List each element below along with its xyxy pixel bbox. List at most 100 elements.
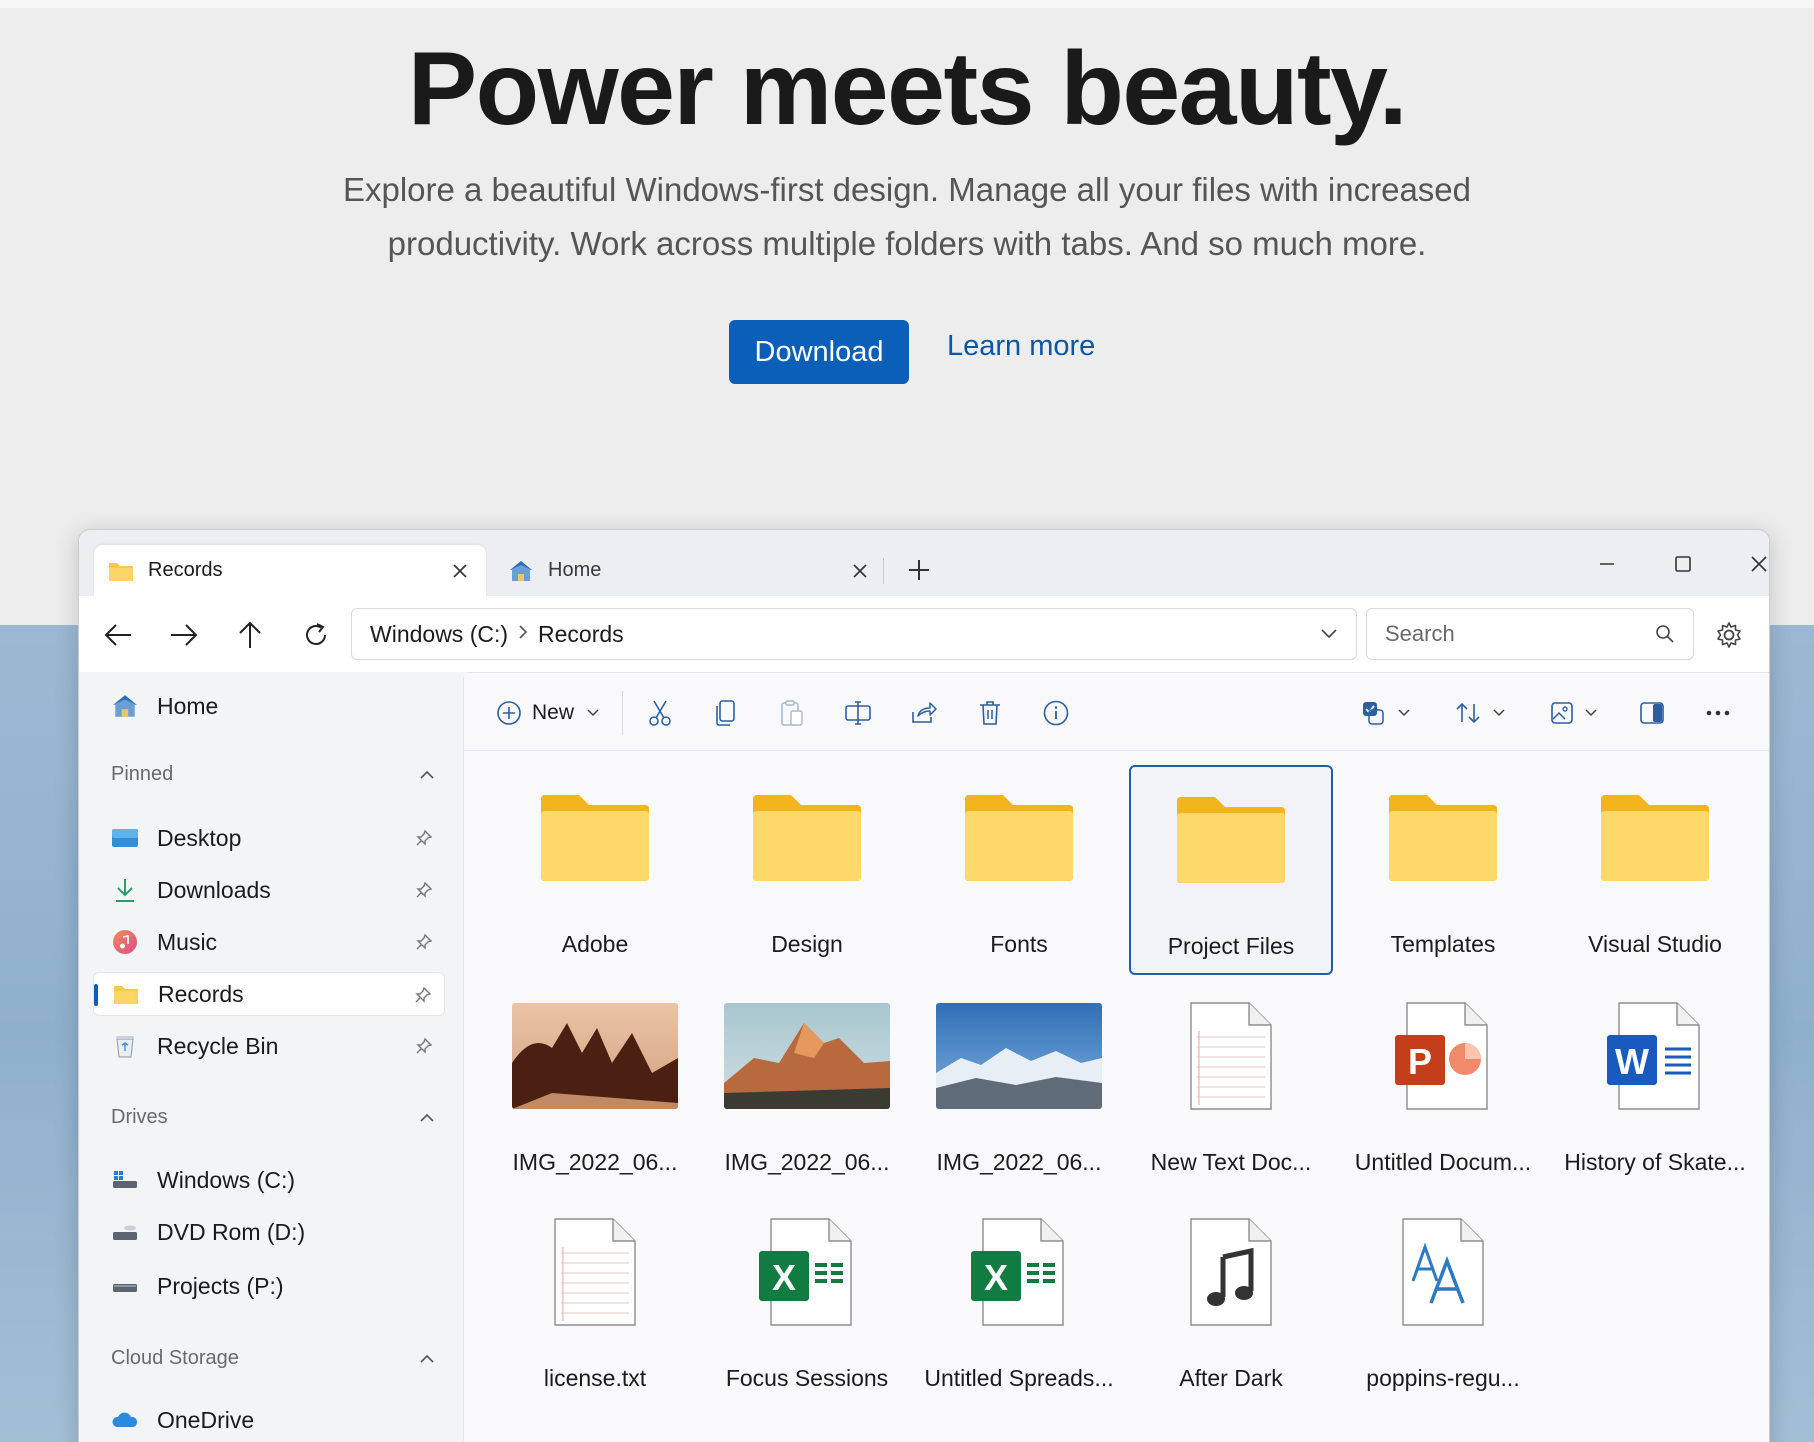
home-icon — [508, 559, 536, 583]
refresh-button[interactable] — [297, 616, 335, 654]
file-name: New Text Doc... — [1150, 1149, 1312, 1175]
grid-item-folder[interactable]: Visual Studio — [1553, 765, 1757, 975]
delete-button[interactable] — [970, 693, 1010, 733]
checkbox-select-icon — [1363, 702, 1384, 725]
file-content-pane: New Adobe Design Fonts Project Files Tem… — [463, 672, 1769, 1442]
up-button[interactable] — [231, 616, 269, 654]
forward-button[interactable] — [165, 616, 203, 654]
grid-item-powerpoint-file[interactable]: P Untitled Docum... — [1341, 983, 1545, 1193]
properties-button[interactable] — [1036, 693, 1076, 733]
more-options-button[interactable] — [1698, 693, 1738, 733]
sort-button[interactable] — [1448, 693, 1512, 733]
excel-icon: X — [705, 1207, 909, 1337]
tab-label: Records — [148, 559, 223, 581]
paste-button[interactable] — [772, 693, 812, 733]
chevron-up-icon[interactable] — [419, 770, 435, 780]
section-cloud-storage[interactable]: Cloud Storage — [111, 1347, 445, 1370]
sidebar-item-label: Music — [157, 928, 218, 955]
grid-item-folder[interactable]: Fonts — [917, 765, 1121, 975]
grid-item-folder-selected[interactable]: Project Files — [1129, 765, 1333, 975]
download-button[interactable]: Download — [729, 320, 909, 384]
pin-icon[interactable] — [413, 827, 435, 849]
sidebar-item-dvd-drive[interactable]: DVD Rom (D:) — [93, 1210, 445, 1254]
grid-item-image[interactable]: IMG_2022_06... — [917, 983, 1121, 1193]
sidebar-item-records[interactable]: Records — [93, 972, 445, 1016]
chevron-up-icon[interactable] — [419, 1354, 435, 1364]
file-name: Project Files — [1167, 933, 1295, 959]
search-input[interactable]: Search — [1366, 608, 1694, 660]
sidebar-item-downloads[interactable]: Downloads — [93, 868, 445, 912]
folder-icon — [1129, 775, 1333, 905]
share-icon — [912, 702, 937, 723]
grid-item-folder[interactable]: Design — [705, 765, 909, 975]
tab-home[interactable]: Home — [494, 545, 886, 596]
image-thumbnail — [705, 991, 909, 1121]
word-icon: W — [1553, 991, 1757, 1121]
pin-icon[interactable] — [412, 984, 434, 1006]
pin-icon[interactable] — [413, 879, 435, 901]
chevron-down-icon[interactable] — [1320, 628, 1338, 640]
grid-item-audio-file[interactable]: After Dark — [1129, 1199, 1333, 1409]
arrow-up-icon — [239, 621, 261, 648]
chevron-up-icon[interactable] — [419, 1113, 435, 1123]
section-drives[interactable]: Drives — [111, 1106, 445, 1129]
sidebar-item-onedrive[interactable]: OneDrive — [93, 1398, 445, 1442]
close-icon — [1751, 556, 1767, 572]
command-toolbar: New — [464, 673, 1769, 751]
grid-item-text-file[interactable]: license.txt — [493, 1199, 697, 1409]
sidebar-item-label: DVD Rom (D:) — [157, 1218, 306, 1245]
new-tab-button[interactable] — [899, 550, 939, 590]
recycle-bin-icon — [111, 1032, 139, 1060]
maximize-icon — [1675, 556, 1691, 572]
cut-button[interactable] — [640, 693, 680, 733]
grid-item-excel-file[interactable]: X Untitled Spreads... — [917, 1199, 1121, 1409]
gear-icon — [1717, 622, 1741, 648]
grid-item-font-file[interactable]: poppins-regu... — [1341, 1199, 1545, 1409]
sidebar-item-label: Records — [158, 980, 244, 1007]
trash-icon — [980, 701, 1000, 725]
address-bar[interactable]: Windows (C:) Records — [351, 608, 1357, 660]
sidebar-item-home[interactable]: Home — [93, 684, 445, 728]
grid-item-text-file[interactable]: New Text Doc... — [1129, 983, 1333, 1193]
image-thumbnail — [917, 991, 1121, 1121]
pin-icon[interactable] — [413, 1035, 435, 1057]
preview-pane-button[interactable] — [1632, 693, 1672, 733]
onedrive-icon — [111, 1406, 139, 1434]
pin-icon[interactable] — [413, 931, 435, 953]
grid-item-folder[interactable]: Templates — [1341, 765, 1545, 975]
download-arrow-icon — [111, 876, 139, 904]
tab-records[interactable]: Records — [94, 545, 486, 596]
close-tab-icon[interactable] — [448, 559, 472, 583]
maximize-button[interactable] — [1653, 544, 1713, 584]
select-options-button[interactable] — [1354, 693, 1418, 733]
rename-button[interactable] — [838, 693, 878, 733]
new-button[interactable]: New — [490, 693, 606, 733]
minimize-button[interactable] — [1577, 544, 1637, 584]
back-button[interactable] — [99, 616, 137, 654]
grid-item-folder[interactable]: Adobe — [493, 765, 697, 975]
breadcrumb-folder[interactable]: Records — [538, 621, 624, 648]
sidebar-item-projects-drive[interactable]: Projects (P:) — [93, 1264, 445, 1308]
sidebar-item-windows-drive[interactable]: Windows (C:) — [93, 1158, 445, 1202]
learn-more-link[interactable]: Learn more — [947, 330, 1095, 363]
copy-button[interactable] — [706, 693, 746, 733]
sidebar-item-recycle-bin[interactable]: Recycle Bin — [93, 1024, 445, 1068]
section-header: Pinned — [111, 763, 174, 785]
file-name: Visual Studio — [1588, 931, 1722, 957]
section-pinned[interactable]: Pinned — [111, 763, 445, 786]
grid-item-word-file[interactable]: W History of Skate... — [1553, 983, 1757, 1193]
breadcrumb-drive[interactable]: Windows (C:) — [370, 621, 508, 648]
sidebar-item-music[interactable]: Music — [93, 920, 445, 964]
grid-item-excel-file[interactable]: X Focus Sessions — [705, 1199, 909, 1409]
sidebar-item-desktop[interactable]: Desktop — [93, 816, 445, 860]
rename-icon — [845, 701, 871, 725]
grid-item-image[interactable]: IMG_2022_06... — [493, 983, 697, 1193]
view-layout-button[interactable] — [1542, 693, 1606, 733]
share-button[interactable] — [904, 693, 944, 733]
close-tab-icon[interactable] — [848, 559, 872, 583]
info-icon — [1043, 700, 1069, 726]
settings-button[interactable] — [1710, 616, 1748, 654]
grid-item-image[interactable]: IMG_2022_06... — [705, 983, 909, 1193]
close-window-button[interactable] — [1729, 544, 1769, 584]
file-name: Adobe — [561, 931, 629, 957]
